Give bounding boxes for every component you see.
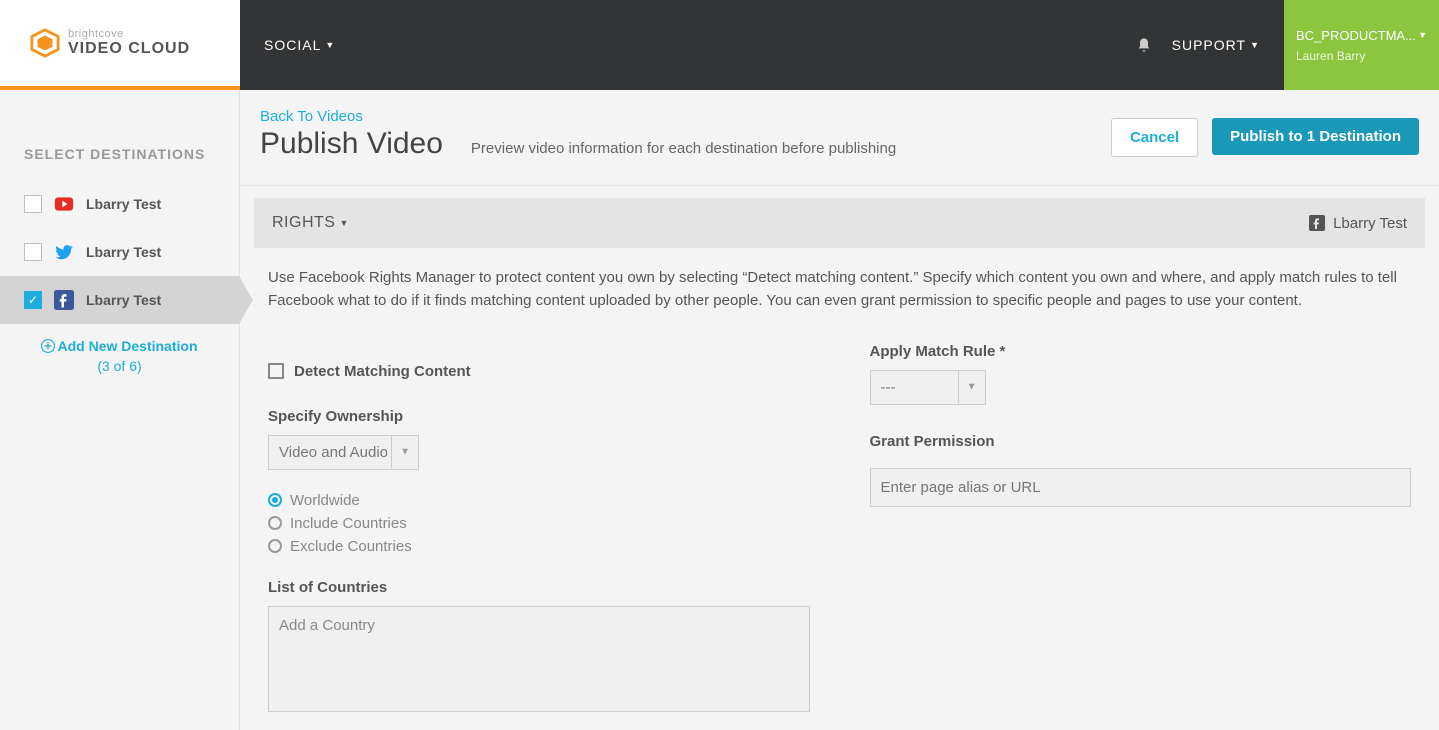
top-bar: brightcove VIDEO CLOUD SOCIAL ▼ SUPPORT … [0, 0, 1439, 90]
destination-twitter[interactable]: Lbarry Test [0, 228, 239, 276]
ownership-label: Specify Ownership [268, 408, 810, 425]
nav-social-label: SOCIAL [264, 37, 321, 53]
panel-title-text: RIGHTS [272, 214, 335, 232]
chevron-down-icon: ▼ [1418, 30, 1427, 40]
radio-label: Include Countries [290, 515, 407, 532]
chevron-down-icon: ▼ [391, 436, 410, 469]
radio-button[interactable] [268, 493, 282, 507]
destination-checkbox[interactable] [24, 243, 42, 261]
nav-social[interactable]: SOCIAL ▼ [264, 37, 335, 53]
account-name: BC_PRODUCTMA... [1296, 28, 1416, 43]
main: SELECT DESTINATIONS Lbarry Test Lbarry T… [0, 90, 1439, 730]
destination-facebook[interactable]: ✓ Lbarry Test [0, 276, 239, 324]
detect-matching-row[interactable]: Detect Matching Content [268, 363, 810, 380]
notification-icon[interactable] [1136, 37, 1152, 53]
detect-label: Detect Matching Content [294, 363, 471, 380]
content: Back To Videos Publish Video Preview vid… [240, 90, 1439, 730]
match-rule-select[interactable]: --- ▼ [870, 370, 986, 405]
page-subtitle: Preview video information for each desti… [471, 140, 896, 157]
destination-label: Lbarry Test [86, 196, 161, 212]
destination-youtube[interactable]: Lbarry Test [0, 180, 239, 228]
chevron-down-icon: ▼ [958, 371, 977, 404]
destination-checkbox[interactable] [24, 195, 42, 213]
panel-description: Use Facebook Rights Manager to protect c… [254, 248, 1425, 325]
sidebar-title: SELECT DESTINATIONS [0, 146, 239, 180]
scope-worldwide[interactable]: Worldwide [268, 492, 810, 509]
countries-input[interactable]: Add a Country [268, 606, 810, 712]
panel-destination: Lbarry Test [1309, 215, 1407, 232]
back-link[interactable]: Back To Videos [260, 108, 1111, 125]
chevron-down-icon: ▼ [325, 40, 335, 50]
cancel-button[interactable]: Cancel [1111, 118, 1198, 157]
detect-checkbox[interactable] [268, 363, 284, 379]
destination-label: Lbarry Test [86, 244, 161, 260]
account-user: Lauren Barry [1296, 49, 1427, 63]
nav-support-label: SUPPORT [1172, 37, 1246, 53]
scope-radio-group: Worldwide Include Countries Exclude Coun… [268, 492, 810, 555]
grant-permission-input[interactable] [870, 468, 1412, 507]
match-rule-value: --- [881, 379, 896, 396]
logo-area[interactable]: brightcove VIDEO CLOUD [0, 0, 240, 90]
radio-button[interactable] [268, 516, 282, 530]
nav-support[interactable]: SUPPORT ▼ [1172, 37, 1260, 53]
youtube-icon [54, 194, 74, 214]
sidebar: SELECT DESTINATIONS Lbarry Test Lbarry T… [0, 90, 240, 730]
logo-text: brightcove VIDEO CLOUD [68, 28, 190, 58]
facebook-icon [1309, 215, 1325, 231]
add-destination-button[interactable]: Add New Destination (3 of 6) [0, 324, 239, 388]
add-destination-label: Add New Destination [57, 338, 197, 354]
add-destination-count: (3 of 6) [24, 358, 215, 374]
scope-include[interactable]: Include Countries [268, 515, 810, 532]
brightcove-logo-icon [30, 28, 60, 58]
ownership-value: Video and Audio [279, 444, 388, 461]
chevron-down-icon: ▼ [339, 218, 348, 228]
chevron-down-icon: ▼ [1250, 40, 1260, 50]
match-rule-label: Apply Match Rule * [870, 343, 1412, 360]
twitter-icon [54, 242, 74, 262]
publish-button[interactable]: Publish to 1 Destination [1212, 118, 1419, 155]
panel-destination-label: Lbarry Test [1333, 215, 1407, 232]
destination-checkbox[interactable]: ✓ [24, 291, 42, 309]
product-name: VIDEO CLOUD [68, 40, 190, 58]
form-columns: Detect Matching Content Specify Ownershi… [254, 325, 1425, 730]
grant-permission-label: Grant Permission [870, 433, 1412, 450]
ownership-select[interactable]: Video and Audio ▼ [268, 435, 419, 470]
brand-name: brightcove [68, 28, 190, 40]
radio-button[interactable] [268, 539, 282, 553]
radio-label: Exclude Countries [290, 538, 412, 555]
content-header: Back To Videos Publish Video Preview vid… [240, 90, 1439, 186]
panel-header[interactable]: RIGHTS ▼ Lbarry Test [254, 198, 1425, 248]
plus-circle-icon [41, 339, 55, 356]
facebook-icon [54, 290, 74, 310]
nav-area: SOCIAL ▼ SUPPORT ▼ [240, 0, 1284, 90]
page-title: Publish Video [260, 127, 443, 161]
radio-label: Worldwide [290, 492, 360, 509]
destination-label: Lbarry Test [86, 292, 161, 308]
rights-panel: RIGHTS ▼ Lbarry Test Use Facebook Rights… [254, 198, 1425, 730]
account-menu[interactable]: BC_PRODUCTMA... ▼ Lauren Barry [1284, 0, 1439, 90]
scope-exclude[interactable]: Exclude Countries [268, 538, 810, 555]
countries-label: List of Countries [268, 579, 810, 596]
